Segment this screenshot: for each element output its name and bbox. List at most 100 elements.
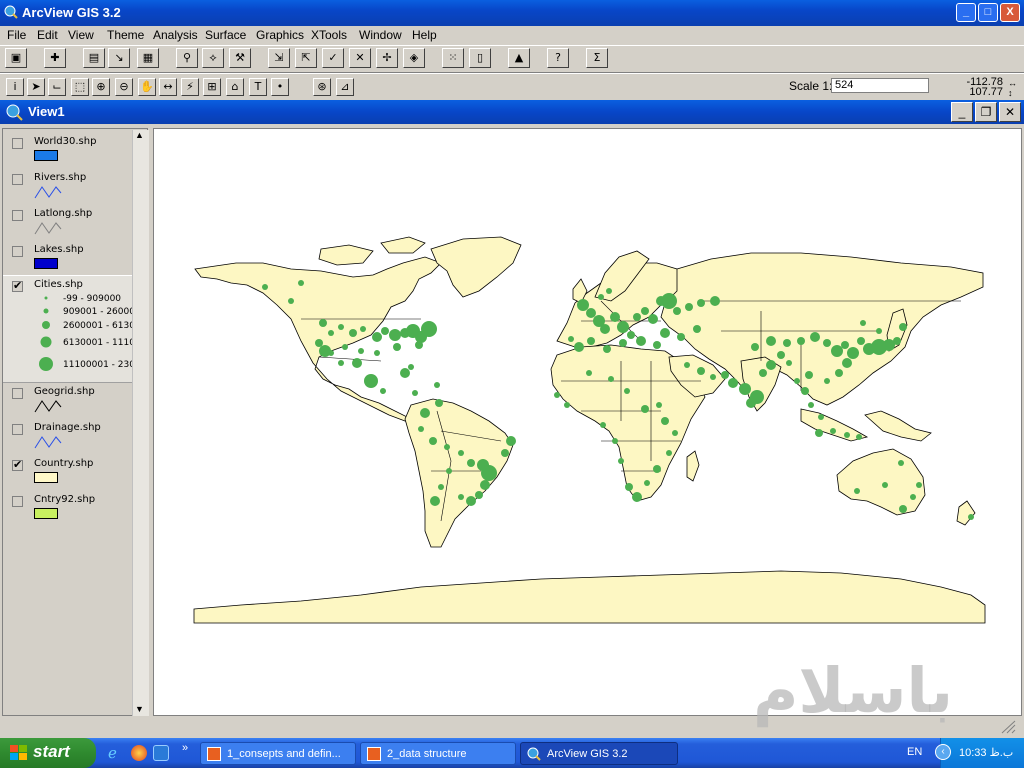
menu-window[interactable]: Window <box>359 28 402 42</box>
city-point <box>751 343 759 351</box>
menu-view[interactable]: View <box>68 28 94 42</box>
theme-checkbox[interactable] <box>12 210 23 221</box>
city-point <box>617 321 629 333</box>
menu-surface[interactable]: Surface <box>205 28 246 42</box>
internet-explorer-icon[interactable]: ℯ <box>108 744 126 762</box>
scroll-down-icon[interactable]: ▼ <box>135 704 144 714</box>
city-point <box>766 336 776 346</box>
theme-world30[interactable]: World30.shp <box>3 133 133 167</box>
task-button-arcview[interactable]: ArcView GIS 3.2 <box>520 742 678 765</box>
theme-cities[interactable]: ✔ Cities.shp -99 - 909000 909001 - 26000… <box>3 275 133 383</box>
media-player-icon[interactable] <box>131 745 147 761</box>
help-button[interactable]: ? <box>547 48 569 68</box>
zoom-full-extent-button[interactable]: ⇲ <box>268 48 290 68</box>
view-minimize-button[interactable]: _ <box>951 102 973 122</box>
theme-country[interactable]: ✔ Country.shp <box>3 455 133 489</box>
toc-scrollbar[interactable]: ▲ ▼ <box>132 130 149 716</box>
city-point <box>430 496 440 506</box>
zoom-active-themes-button[interactable]: ⇱ <box>295 48 317 68</box>
theme-drainage[interactable]: Drainage.shp <box>3 419 133 453</box>
map-display[interactable] <box>153 128 1022 716</box>
theme-checkbox[interactable] <box>12 138 23 149</box>
theme-checkbox[interactable]: ✔ <box>12 460 23 471</box>
hotlink-tool[interactable]: ⚡ <box>181 78 199 96</box>
measure-tool[interactable]: ↔ <box>159 78 177 96</box>
city-point <box>766 360 776 370</box>
add-theme-button[interactable]: ✚ <box>44 48 66 68</box>
clear-selection-button[interactable]: ▯ <box>469 48 491 68</box>
theme-latlong[interactable]: Latlong.shp <box>3 205 133 239</box>
city-point <box>458 450 464 456</box>
city-point <box>653 465 661 473</box>
select-feature-tool[interactable]: ⬚ <box>71 78 89 96</box>
menu-analysis[interactable]: Analysis <box>153 28 198 42</box>
menu-edit[interactable]: Edit <box>37 28 58 42</box>
theme-checkbox[interactable] <box>12 246 23 257</box>
city-point <box>438 484 444 490</box>
city-point <box>777 351 785 359</box>
edit-legend-button[interactable]: ↘ <box>108 48 130 68</box>
zoom-in-button[interactable]: ✕ <box>349 48 371 68</box>
view-restore-button[interactable]: ❐ <box>975 102 997 122</box>
view-close-button[interactable]: ✕ <box>999 102 1021 122</box>
area-of-interest-tool[interactable]: ⊞ <box>203 78 221 96</box>
tray-expand-icon[interactable]: ‹ <box>935 744 951 760</box>
locate-address-button[interactable]: ⟡ <box>202 48 224 68</box>
theme-properties-button[interactable]: ▤ <box>83 48 105 68</box>
snap-tool[interactable]: ⊛ <box>313 78 331 96</box>
zoom-in-tool[interactable]: ⊕ <box>92 78 110 96</box>
theme-checkbox[interactable] <box>12 388 23 399</box>
theme-checkbox[interactable]: ✔ <box>12 281 23 292</box>
maximize-button[interactable]: □ <box>978 3 998 22</box>
line-symbol <box>34 222 62 235</box>
zoom-out-tool[interactable]: ⊖ <box>115 78 133 96</box>
theme-lakes[interactable]: Lakes.shp <box>3 241 133 275</box>
draw-point-tool[interactable]: • <box>271 78 289 96</box>
minimize-button[interactable]: _ <box>956 3 976 22</box>
find-button[interactable]: ⚲ <box>176 48 198 68</box>
menu-graphics[interactable]: Graphics <box>256 28 304 42</box>
vertex-edit-tool[interactable]: ⌙ <box>48 78 66 96</box>
menu-theme[interactable]: Theme <box>107 28 144 42</box>
text-tool[interactable]: T <box>249 78 267 96</box>
zoom-previous-button[interactable]: ◈ <box>403 48 425 68</box>
pointer-tool[interactable]: ➤ <box>27 78 45 96</box>
menu-help[interactable]: Help <box>412 28 437 42</box>
scroll-up-icon[interactable]: ▲ <box>135 130 144 140</box>
task-button-1[interactable]: 1_consepts and defin... <box>200 742 356 765</box>
theme-checkbox[interactable] <box>12 496 23 507</box>
save-button[interactable]: ▣ <box>5 48 27 68</box>
theme-name: Cntry92.shp <box>34 494 96 505</box>
theme-checkbox[interactable] <box>12 424 23 435</box>
task-button-2[interactable]: 2_data structure <box>360 742 516 765</box>
city-point <box>466 496 476 506</box>
theme-rivers[interactable]: Rivers.shp <box>3 169 133 203</box>
zoom-selected-button[interactable]: ✓ <box>322 48 344 68</box>
clock[interactable]: 10:33 ب.ظ <box>959 746 1013 759</box>
summarize-button[interactable]: Σ <box>586 48 608 68</box>
menu-xtools[interactable]: XTools <box>311 28 347 42</box>
label-tool[interactable]: ⌂ <box>226 78 244 96</box>
zoom-out-button[interactable]: ✢ <box>376 48 398 68</box>
create-layout-button[interactable]: ▲ <box>508 48 530 68</box>
open-attributes-button[interactable]: ▦ <box>137 48 159 68</box>
quick-launch-chevron-icon[interactable]: » <box>182 742 188 754</box>
legend-class-3: 2600001 - 6130000 <box>63 321 133 331</box>
theme-geogrid[interactable]: Geogrid.shp <box>3 383 133 417</box>
pan-tool[interactable]: ✋ <box>138 78 156 96</box>
city-point <box>893 337 901 345</box>
menu-file[interactable]: File <box>7 28 26 42</box>
theme-cntry92[interactable]: Cntry92.shp <box>3 491 133 525</box>
identify-tool[interactable]: i <box>6 78 24 96</box>
theme-checkbox[interactable] <box>12 174 23 185</box>
language-indicator[interactable]: EN <box>907 746 922 758</box>
scale-input[interactable]: 524 <box>831 78 929 93</box>
split-tool[interactable]: ⊿ <box>336 78 354 96</box>
city-point <box>352 358 362 368</box>
query-builder-button[interactable]: ⚒ <box>229 48 251 68</box>
select-features-button[interactable]: ⁙ <box>442 48 464 68</box>
desktop-icon[interactable] <box>153 745 169 761</box>
close-button[interactable]: X <box>1000 3 1020 22</box>
resize-grip-icon[interactable] <box>996 720 1016 734</box>
start-button[interactable]: start <box>0 738 96 768</box>
